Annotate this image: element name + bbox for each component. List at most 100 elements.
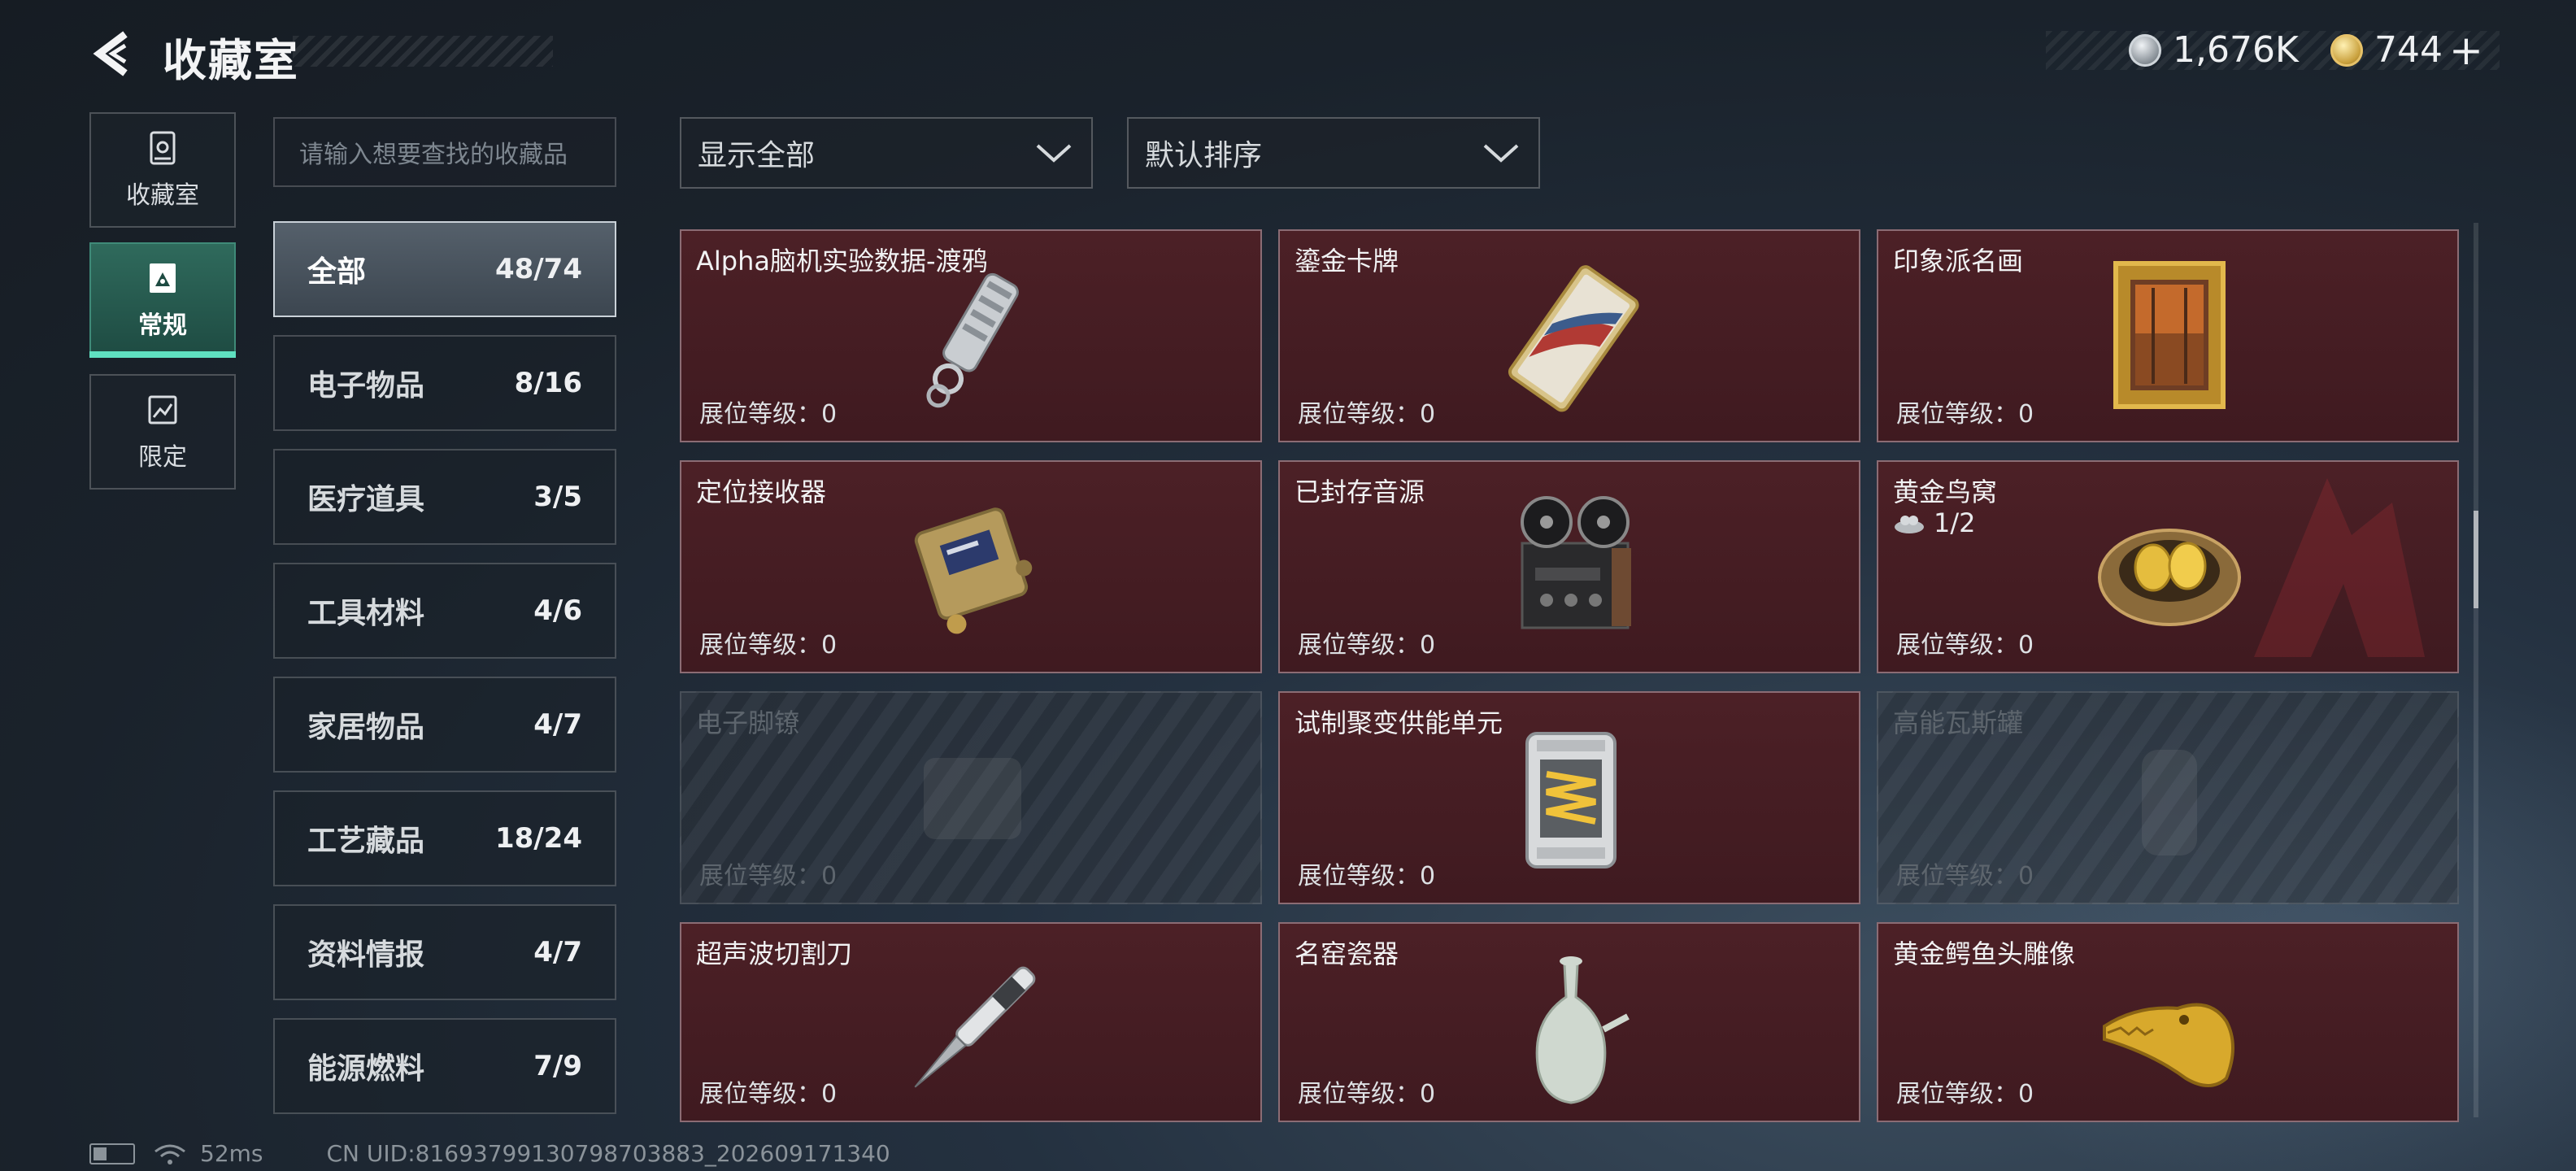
booth-level: 展位等级：0 xyxy=(1298,400,1436,429)
category-count: 8/16 xyxy=(514,367,582,399)
category-energy[interactable]: 能源燃料 7/9 xyxy=(273,1018,616,1114)
item-name: 试制聚变供能单元 xyxy=(1295,707,1503,738)
collection-item-card[interactable]: 黄金鳄鱼头雕像 展位等级：0 xyxy=(1877,922,2459,1122)
user-uid: CN UID:81693799130798703883_202609171340 xyxy=(326,1140,890,1167)
booth-level: 展位等级：0 xyxy=(1298,631,1436,660)
add-currency-button[interactable]: + xyxy=(2449,30,2483,71)
category-name: 医疗道具 xyxy=(307,483,425,516)
limited-icon xyxy=(148,395,177,424)
golden-nest-icon xyxy=(2098,529,2241,626)
tab-collection-room[interactable]: 收藏室 xyxy=(89,112,236,228)
nest-small-icon xyxy=(1895,516,1924,533)
item-name: 鎏金卡牌 xyxy=(1295,246,1399,276)
status-footer: 52ms CN UID:81693799130798703883_2026091… xyxy=(89,1140,890,1167)
dropdown-value: 默认排序 xyxy=(1145,139,1263,172)
display-filter-dropdown[interactable]: 显示全部 xyxy=(680,117,1093,189)
item-progress-value: 1/2 xyxy=(1934,507,1976,538)
silver-coin-icon xyxy=(2129,33,2161,67)
collection-item-card[interactable]: 定位接收器 展位等级：0 xyxy=(680,460,1262,673)
item-name: 电子脚镣 xyxy=(696,707,801,738)
category-count: 18/24 xyxy=(494,822,582,855)
category-household[interactable]: 家居物品 4/7 xyxy=(273,677,616,773)
item-name: 黄金鳄鱼头雕像 xyxy=(1893,938,2076,969)
collection-item-card[interactable]: 试制聚变供能单元 展位等级：0 xyxy=(1278,691,1860,904)
category-count: 48/74 xyxy=(494,253,582,285)
item-name: 黄金鸟窝 xyxy=(1893,477,1998,507)
collection-item-card-locked[interactable]: 电子脚镣 展位等级：0 xyxy=(680,691,1262,904)
category-count: 3/5 xyxy=(533,481,582,513)
back-arrow-icon[interactable] xyxy=(88,29,137,78)
collection-item-card[interactable]: 超声波切割刀 展位等级：0 xyxy=(680,922,1262,1122)
gold-coin-icon xyxy=(2330,33,2363,67)
chevron-down-icon xyxy=(1036,144,1072,163)
item-name: 名窑瓷器 xyxy=(1295,938,1399,969)
booth-level: 展位等级：0 xyxy=(1298,862,1436,890)
booth-level: 展位等级：0 xyxy=(1896,1080,2034,1108)
category-name: 能源燃料 xyxy=(307,1052,425,1086)
item-name: 已封存音源 xyxy=(1295,477,1425,507)
gold-amount: 744 xyxy=(2374,29,2443,71)
category-tools[interactable]: 工具材料 4/6 xyxy=(273,563,616,659)
chevron-down-icon xyxy=(1483,144,1519,163)
category-medical[interactable]: 医疗道具 3/5 xyxy=(273,449,616,545)
usb-drive-icon xyxy=(926,272,1019,408)
active-tab-indicator xyxy=(89,351,236,358)
collection-item-card[interactable]: 印象派名画 展位等级：0 xyxy=(1877,229,2459,442)
category-name: 电子物品 xyxy=(307,369,425,403)
grid-scrollbar[interactable] xyxy=(2474,223,2478,1117)
item-name: 超声波切割刀 xyxy=(696,938,853,969)
title-decoration xyxy=(293,36,553,67)
tape-recorder-icon xyxy=(1521,496,1631,629)
category-crafts[interactable]: 工艺藏品 18/24 xyxy=(273,790,616,886)
collection-item-card-locked[interactable]: 高能瓦斯罐 展位等级：0 xyxy=(1877,691,2459,904)
wifi-icon xyxy=(154,1144,185,1164)
category-name: 工艺藏品 xyxy=(307,825,425,858)
ping-latency: 52ms xyxy=(200,1140,263,1167)
silver-currency: 1,676K xyxy=(2129,29,2299,71)
tab-regular[interactable]: 常规 xyxy=(89,242,236,358)
tab-limited[interactable]: 限定 xyxy=(89,374,236,490)
scrollbar-thumb[interactable] xyxy=(2474,511,2478,608)
item-progress: 1/2 xyxy=(1893,507,1976,538)
regular-icon xyxy=(150,263,176,293)
booth-level: 展位等级：0 xyxy=(699,400,838,429)
search-placeholder: 请输入想要查找的收藏品 xyxy=(299,141,568,169)
category-electronics[interactable]: 电子物品 8/16 xyxy=(273,335,616,431)
booth-level: 展位等级：0 xyxy=(1896,862,2034,890)
collection-item-card[interactable]: 鎏金卡牌 展位等级：0 xyxy=(1278,229,1860,442)
category-name: 工具材料 xyxy=(307,597,425,630)
painting-icon xyxy=(2113,261,2226,409)
golden-croc-head-icon xyxy=(2103,1003,2234,1087)
collection-item-card[interactable]: 名窑瓷器 展位等级：0 xyxy=(1278,922,1860,1122)
collection-room-icon xyxy=(150,131,176,165)
collection-item-card[interactable]: 已封存音源 展位等级：0 xyxy=(1278,460,1860,673)
battery-icon xyxy=(89,1143,135,1164)
category-count: 4/7 xyxy=(533,936,582,969)
sort-dropdown[interactable]: 默认排序 xyxy=(1127,117,1540,189)
booth-level: 展位等级：0 xyxy=(1896,631,2034,660)
porcelain-vase-icon xyxy=(1535,956,1630,1104)
booth-level: 展位等级：0 xyxy=(699,862,838,890)
ankle-monitor-icon xyxy=(924,758,1021,839)
category-name: 家居物品 xyxy=(307,711,425,744)
category-all[interactable]: 全部 48/74 xyxy=(273,221,616,317)
item-name: 高能瓦斯罐 xyxy=(1893,707,2024,738)
search-input[interactable]: 请输入想要查找的收藏品 xyxy=(273,117,616,187)
booth-level: 展位等级：0 xyxy=(1896,400,2034,429)
collection-item-card[interactable]: 黄金鸟窝 1/2 展位等级：0 xyxy=(1877,460,2459,673)
receiver-icon xyxy=(914,507,1033,634)
collection-item-card[interactable]: Alpha脑机实验数据-渡鸦 展位等级：0 xyxy=(680,229,1262,442)
booth-level: 展位等级：0 xyxy=(1298,1080,1436,1108)
category-name: 全部 xyxy=(307,255,367,289)
tab-label: 常规 xyxy=(138,311,187,340)
item-name: 定位接收器 xyxy=(696,477,827,507)
gilded-card-icon xyxy=(1508,265,1639,412)
page-title: 收藏室 xyxy=(163,35,299,86)
category-count: 7/9 xyxy=(533,1050,582,1082)
silver-amount: 1,676K xyxy=(2173,29,2299,71)
gas-canister-icon xyxy=(2142,750,2197,855)
tab-label: 收藏室 xyxy=(126,181,199,210)
category-intel[interactable]: 资料情报 4/7 xyxy=(273,904,616,1000)
tab-label: 限定 xyxy=(138,443,187,472)
category-count: 4/6 xyxy=(533,594,582,627)
